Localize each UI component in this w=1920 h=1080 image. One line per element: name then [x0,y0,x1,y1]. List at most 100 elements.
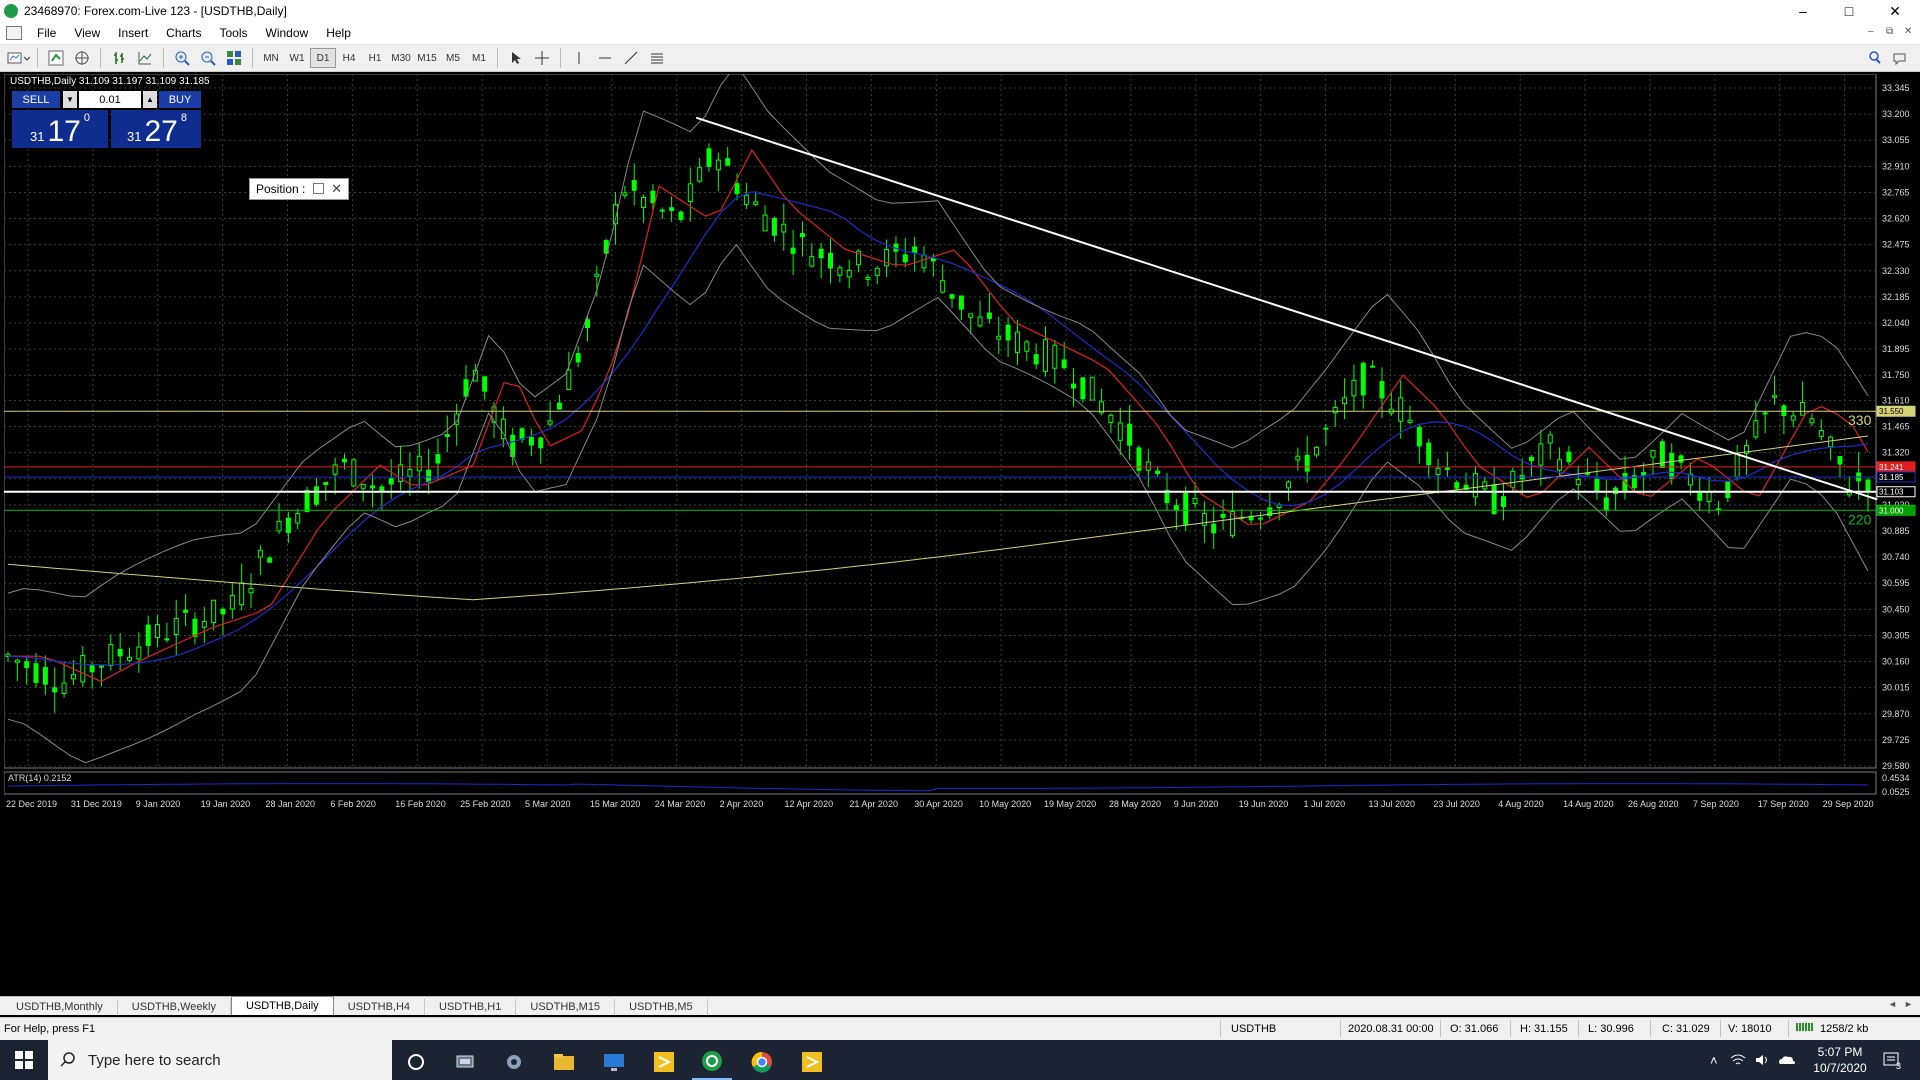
timeframe-h4[interactable]: H4 [336,48,362,68]
maximize-button[interactable]: □ [1826,0,1872,22]
bar-chart-icon[interactable] [108,48,130,68]
tile-windows-icon[interactable] [223,48,245,68]
timeframe-m5[interactable]: M5 [440,48,466,68]
vertical-line-icon[interactable] [568,48,590,68]
lot-increase-icon[interactable]: ▲ [143,91,157,108]
navigator-icon[interactable] [71,48,93,68]
tab-scroll-right-icon[interactable]: ► [1904,999,1913,1009]
sell-button[interactable]: SELL [12,91,60,108]
zoom-out-icon[interactable] [197,48,219,68]
tab-scroll-left-icon[interactable]: ◄ [1888,999,1897,1009]
candle-body [1800,401,1806,416]
forex-app-icon[interactable] [692,1044,732,1080]
candle-body [14,659,20,663]
candle-body [1659,441,1665,469]
remote-desktop-icon[interactable] [594,1044,634,1080]
onedrive-icon[interactable] [1778,1053,1796,1067]
chart-window-icon[interactable] [6,26,22,40]
candle-body [1295,455,1301,461]
close-button[interactable]: ✕ [1872,0,1918,22]
buy-price[interactable]: 31 27 8 [111,110,201,148]
task-view-icon[interactable] [446,1044,486,1080]
menu-insert[interactable]: Insert [109,26,157,40]
tab-usdthb-h4[interactable]: USDTHB,H4 [334,999,426,1015]
channel-icon[interactable] [646,48,668,68]
volume-icon[interactable] [1754,1053,1770,1067]
tab-usdthb-m15[interactable]: USDTHB,M15 [516,999,616,1015]
settings-app-icon[interactable] [494,1044,534,1080]
clock-date: 10/7/2020 [1813,1061,1867,1075]
tab-usdthb-monthly[interactable]: USDTHB,Monthly [2,999,118,1015]
timeframe-d1[interactable]: D1 [310,48,336,68]
menu-view[interactable]: View [65,26,109,40]
timeframe-m30[interactable]: M30 [388,48,414,68]
candle-body [33,663,39,684]
menu-help[interactable]: Help [317,26,360,40]
line-chart-icon[interactable] [134,48,156,68]
lot-size-input[interactable]: 0.01 [79,91,141,108]
candle-body [444,434,450,437]
taskbar-search-box[interactable]: Type here to search [48,1040,392,1080]
descending-trendline[interactable] [695,116,1878,501]
timeframe-h1[interactable]: H1 [362,48,388,68]
chart-window[interactable]: 33.345 33.200 33.055 32.910 32.765 32.620 32.4… [4,74,1916,990]
timeframe-mn[interactable]: MN [258,48,284,68]
status-datetime: 2020.08.31 00:00 [1348,1023,1434,1035]
new-chart-icon[interactable] [6,48,30,68]
date-axis-label: 7 Sep 2020 [1693,799,1739,809]
sell-price[interactable]: 31 17 0 [12,110,108,148]
position-box[interactable]: Position : ✕ [249,178,349,200]
zoom-in-icon[interactable] [171,48,193,68]
menu-charts[interactable]: Charts [157,26,210,40]
price-chart[interactable]: 33.345 33.200 33.055 32.910 32.765 32.620 32.4… [4,74,1916,990]
tab-usdthb-m5[interactable]: USDTHB,M5 [615,999,708,1015]
chat-icon[interactable] [1890,48,1912,68]
mdi-restore-button[interactable]: ⧉ [1886,26,1893,37]
close-icon[interactable]: ✕ [331,181,342,197]
mdi-close-button[interactable]: ✕ [1904,26,1912,37]
timeframe-w1[interactable]: W1 [284,48,310,68]
market-watch-icon[interactable] [45,48,67,68]
candle-body [669,207,675,211]
trendline-icon[interactable] [620,48,642,68]
windows-start-button[interactable] [0,1040,48,1080]
file-explorer-icon[interactable] [544,1044,584,1080]
tab-usdthb-weekly[interactable]: USDTHB,Weekly [118,999,231,1015]
cursor-icon[interactable] [505,48,527,68]
search-icon[interactable] [1864,48,1886,68]
menu-window[interactable]: Window [257,26,318,40]
menu-tools[interactable]: Tools [211,26,257,40]
tab-usdthb-daily[interactable]: USDTHB,Daily [230,996,334,1015]
price-axis-label: 31.465 [1882,422,1910,432]
candle-body [771,217,777,236]
candle-body [538,437,544,449]
lot-decrease-icon[interactable]: ▼ [63,91,77,108]
candle-body [70,674,76,680]
candle-body [1706,491,1712,503]
status-bar: For Help, press F1 USDTHB 2020.08.31 00:… [0,1017,1920,1040]
system-tray: ˄ [1710,1040,1802,1080]
mdi-minimize-button[interactable]: – [1868,26,1874,37]
crosshair-icon[interactable] [531,48,553,68]
timeframe-m15[interactable]: M15 [414,48,440,68]
action-center-icon[interactable]: 3 [1882,1040,1901,1080]
cortana-icon[interactable] [396,1044,436,1080]
menu-file[interactable]: File [28,26,65,40]
system-clock[interactable]: 5:07 PM 10/7/2020 [1810,1044,1870,1076]
tab-usdthb-h1[interactable]: USDTHB,H1 [425,999,517,1015]
status-help: For Help, press F1 [4,1023,96,1035]
timeframe-m1[interactable]: M1 [466,48,492,68]
restore-icon[interactable] [313,183,324,194]
candle-body [24,661,30,668]
candle-body [1173,505,1179,511]
chrome-icon[interactable] [742,1044,782,1080]
tray-expand-icon[interactable]: ˄ [1710,1053,1718,1068]
network-icon[interactable] [1730,1053,1746,1067]
minimize-button[interactable]: – [1780,0,1826,22]
sticky-app-icon[interactable] [644,1044,684,1080]
sticky-app-icon-2[interactable] [792,1044,832,1080]
candle-body [1024,341,1030,352]
horizontal-line-icon[interactable] [594,48,616,68]
date-axis-label: 12 Apr 2020 [785,799,834,809]
buy-button[interactable]: BUY [159,91,201,108]
